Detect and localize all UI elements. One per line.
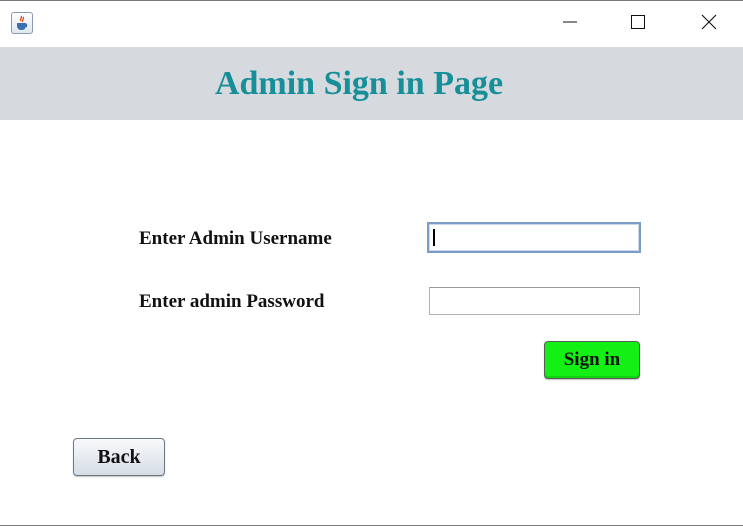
sign-in-button[interactable]: Sign in [544,341,640,379]
app-window: Admin Sign in Page Enter Admin Username … [0,0,743,526]
page-title: Admin Sign in Page [214,64,504,102]
username-label: Enter Admin Username [139,228,332,249]
username-input[interactable] [427,222,641,253]
java-coffee-cup-icon [11,12,33,34]
page-header: Admin Sign in Page [0,47,743,120]
password-input[interactable] [429,287,640,315]
title-bar [0,1,743,47]
password-label: Enter admin Password [139,291,325,312]
minimize-button[interactable] [547,1,593,47]
back-button[interactable]: Back [73,438,165,476]
text-caret [433,229,435,246]
close-icon [701,14,717,35]
maximize-icon [630,14,646,35]
close-button[interactable] [686,1,732,47]
maximize-button[interactable] [615,1,661,47]
minimize-icon [562,14,578,35]
